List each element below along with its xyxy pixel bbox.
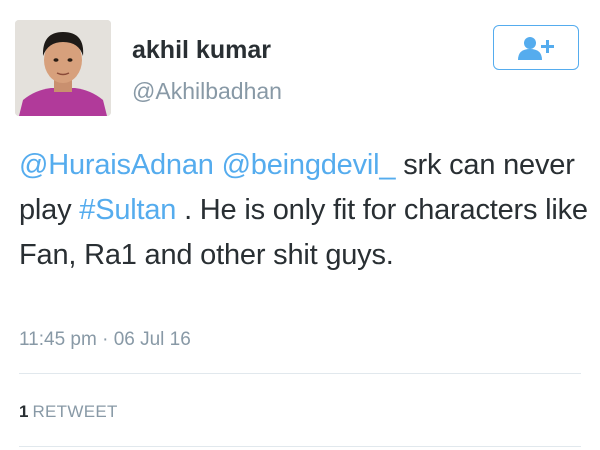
follow-button[interactable] [493,25,579,70]
profile-photo-icon [15,20,111,116]
tweet-card: akhil kumar @Akhilbadhan @HuraisAdnan @b… [0,0,600,450]
author-name[interactable]: akhil kumar [132,36,271,65]
tweet-text: @HuraisAdnan @beingdevil_ srk can never … [19,143,589,278]
meta-separator: · [96,329,114,350]
tweet-timestamp[interactable]: 11:45 pm · 06 Jul 16 [19,329,191,351]
hashtag-link[interactable]: #Sultan [79,194,176,226]
retweet-count: 1 [19,402,29,421]
tweet-time: 11:45 pm [19,329,97,350]
add-user-icon [518,36,554,60]
retweet-label: RETWEET [32,402,118,421]
avatar[interactable] [15,20,111,116]
author-handle[interactable]: @Akhilbadhan [132,78,282,105]
divider [19,373,581,374]
retweet-stats[interactable]: 1 RETWEET [19,402,118,422]
tweet-date: 06 Jul 16 [113,329,191,350]
mention-link[interactable]: @beingdevil_ [222,149,396,181]
divider [19,446,581,447]
mention-link[interactable]: @HuraisAdnan [19,149,214,181]
